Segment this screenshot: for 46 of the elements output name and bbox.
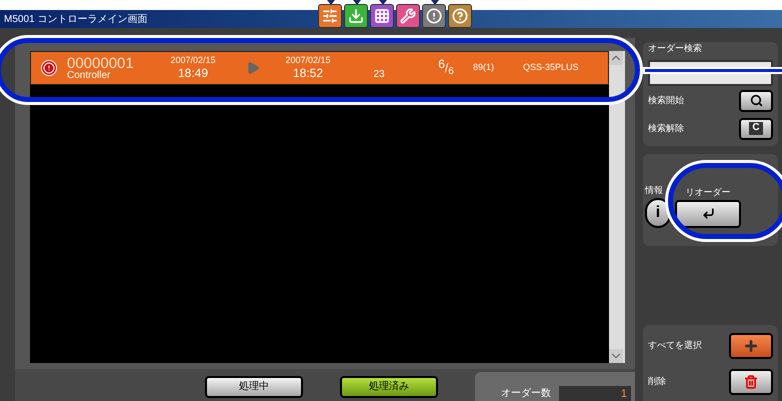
info-label: 情報 bbox=[645, 184, 664, 197]
search-start-label: 検索開始 bbox=[648, 94, 684, 107]
select-all-label: すべてを選択 bbox=[648, 339, 702, 352]
model-name: QSS-35PLUS bbox=[523, 61, 579, 74]
search-clear-label: 検索解除 bbox=[648, 122, 684, 135]
order-number: 00000001 bbox=[67, 56, 135, 70]
status-tab[interactable]: 処理中 bbox=[205, 376, 303, 398]
table-cell-text: 23 bbox=[372, 68, 386, 82]
help-tool-button[interactable] bbox=[448, 4, 472, 28]
total-count: 6 bbox=[448, 67, 454, 77]
delete-button[interactable] bbox=[729, 369, 773, 395]
download-icon bbox=[348, 8, 364, 24]
order-count-value: 1 bbox=[559, 386, 631, 401]
fraction-slash: / bbox=[444, 62, 448, 74]
reorder-label: リオーダー bbox=[686, 186, 730, 199]
info-button[interactable]: i bbox=[645, 198, 671, 228]
arrow-icon bbox=[246, 61, 260, 75]
reorder-button[interactable] bbox=[675, 200, 741, 228]
end-date: 2007/02/15 bbox=[285, 54, 331, 66]
settings-icon bbox=[322, 8, 338, 24]
trash-icon bbox=[744, 375, 758, 389]
scroll-down-icon bbox=[609, 349, 623, 363]
search-label: オーダー検索 bbox=[648, 42, 703, 55]
select-all-button[interactable] bbox=[729, 333, 773, 359]
wrench-tool-button[interactable] bbox=[396, 4, 420, 28]
clear-button[interactable]: C bbox=[739, 118, 773, 140]
order-count-label: オーダー数 bbox=[501, 386, 551, 400]
table-cell-text: 89(1) bbox=[473, 61, 496, 74]
done-count: 6 bbox=[438, 58, 445, 70]
order-name: Controller bbox=[67, 70, 112, 80]
start-time: 18:49 bbox=[178, 66, 208, 82]
help-icon bbox=[452, 8, 468, 24]
grid-icon bbox=[374, 8, 390, 24]
search-button[interactable] bbox=[739, 90, 773, 112]
alert-icon bbox=[426, 8, 442, 24]
start-date: 2007/02/15 bbox=[170, 54, 216, 66]
scrollbar[interactable] bbox=[609, 51, 625, 363]
return-icon bbox=[702, 207, 714, 220]
status-tab[interactable]: 処理済み bbox=[340, 376, 438, 398]
window-title: M5001 コントローラメイン画面 bbox=[4, 12, 148, 26]
end-time: 18:52 bbox=[292, 66, 324, 82]
search-icon bbox=[750, 94, 762, 107]
delete-label: 削除 bbox=[648, 375, 666, 388]
wrench-icon bbox=[400, 8, 416, 24]
plus-icon bbox=[743, 338, 759, 354]
scroll-up-icon bbox=[609, 51, 623, 65]
